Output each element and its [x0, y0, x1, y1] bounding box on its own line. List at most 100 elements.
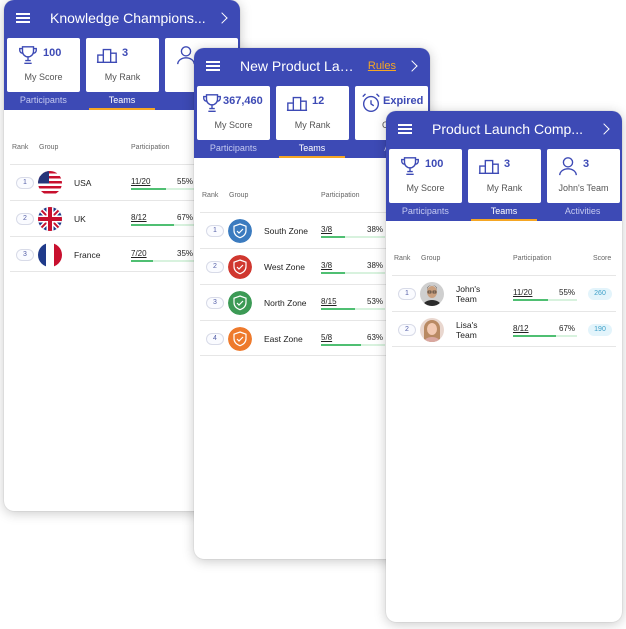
- my-score-value: 100: [43, 47, 62, 59]
- participation-bar-fill: [321, 344, 362, 346]
- participation-count[interactable]: 8/15: [321, 297, 337, 306]
- hamburger-menu-icon[interactable]: [206, 60, 220, 71]
- participation-bar: [131, 224, 195, 226]
- participation-bar: [513, 335, 577, 337]
- my-rank-label: My Rank: [294, 120, 331, 130]
- team-label: John's Team: [558, 183, 609, 193]
- chevron-right-icon[interactable]: [598, 122, 610, 135]
- chevron-right-icon[interactable]: [406, 59, 418, 72]
- participation-bar-fill: [321, 308, 355, 310]
- my-score-label: My Score: [214, 120, 253, 130]
- my-rank-card: 3 My Rank: [468, 149, 541, 203]
- alarm-clock-icon: [362, 93, 380, 112]
- hamburger-menu-icon[interactable]: [16, 12, 30, 23]
- shield-icon: [228, 291, 252, 315]
- leaderboard-card-product-launch: Product Launch Comp... 100 My Score 3 My…: [386, 111, 622, 622]
- participation-count[interactable]: 11/20: [513, 288, 532, 297]
- participation-percent: 35%: [177, 249, 194, 258]
- trophy-icon: [19, 46, 37, 64]
- participation-bar: [131, 188, 195, 190]
- rank-badge: 2: [206, 261, 224, 273]
- my-score-label: My Score: [24, 72, 63, 82]
- group-name: UK: [74, 214, 86, 224]
- uk-flag-icon: [38, 207, 62, 231]
- rank-badge: 1: [16, 177, 34, 189]
- my-rank-card: 12 My Rank: [276, 86, 349, 140]
- participation-count[interactable]: 8/12: [131, 213, 147, 222]
- rank-badge: 3: [206, 297, 224, 309]
- participation-count[interactable]: 8/12: [513, 324, 529, 333]
- my-score-card: 367,460 My Score: [197, 86, 270, 140]
- column-score: Score: [593, 255, 612, 262]
- participation-bar: [321, 272, 385, 274]
- table-row[interactable]: 2 Lisa's Team 8/12 67% 190: [392, 311, 616, 347]
- participation-percent: 55%: [559, 288, 576, 297]
- group-name: West Zone: [264, 262, 305, 272]
- shield-icon: [228, 327, 252, 351]
- my-score-value: 367,460: [223, 95, 263, 107]
- participation-bar-fill: [513, 299, 549, 301]
- page-title: Product Launch Comp...: [432, 120, 583, 137]
- rank-badge: 1: [206, 225, 224, 237]
- my-rank-label: My Rank: [486, 183, 523, 193]
- participation-count[interactable]: 3/8: [321, 261, 332, 270]
- participation-percent: 38%: [367, 261, 384, 270]
- group-name: Lisa's Team: [456, 320, 478, 340]
- column-participation: Participation: [131, 144, 170, 151]
- rules-link[interactable]: Rules: [368, 60, 396, 72]
- participation-count[interactable]: 5/8: [321, 333, 332, 342]
- column-group: Group: [421, 255, 441, 262]
- table-row[interactable]: 1 John's Team 11/20 55% 260: [392, 275, 616, 311]
- france-flag-icon: [38, 243, 62, 267]
- tab-participants[interactable]: Participants: [4, 92, 83, 110]
- my-score-label: My Score: [406, 183, 445, 193]
- tab-participants[interactable]: Participants: [194, 140, 273, 158]
- card-header: Product Launch Comp... 100 My Score 3 My…: [386, 111, 622, 221]
- participation-bar-fill: [131, 188, 167, 190]
- rank-badge: 2: [398, 324, 416, 336]
- tab-teams[interactable]: Teams: [465, 203, 544, 221]
- my-rank-card: 3 My Rank: [86, 38, 159, 92]
- page-title: New Product Laun...: [240, 57, 360, 74]
- rank-badge: 1: [398, 288, 416, 300]
- participation-bar: [321, 236, 385, 238]
- tab-activities[interactable]: Activities: [543, 203, 622, 221]
- participation-bar-fill: [321, 272, 346, 274]
- score-badge: 190: [588, 324, 612, 336]
- user-icon: [559, 157, 577, 176]
- participation-bar-fill: [131, 260, 154, 262]
- hamburger-menu-icon[interactable]: [398, 123, 412, 134]
- participation-count[interactable]: 11/20: [131, 177, 150, 186]
- participation-percent: 67%: [177, 213, 194, 222]
- participation-bar-fill: [513, 335, 556, 337]
- trophy-icon: [401, 157, 419, 175]
- team-card: 3 John's Team: [547, 149, 620, 203]
- participation-count[interactable]: 3/8: [321, 225, 332, 234]
- group-name: North Zone: [264, 298, 307, 308]
- podium-icon: [478, 159, 500, 175]
- column-rank: Rank: [202, 192, 219, 199]
- column-rank: Rank: [12, 144, 29, 151]
- my-rank-value: 12: [312, 95, 325, 107]
- column-participation: Participation: [321, 192, 360, 199]
- participation-count[interactable]: 7/20: [131, 249, 147, 258]
- tab-teams[interactable]: Teams: [83, 92, 162, 110]
- podium-icon: [96, 48, 118, 64]
- chevron-right-icon[interactable]: [216, 11, 228, 24]
- page-title: Knowledge Champions...: [50, 9, 206, 26]
- column-group: Group: [229, 192, 249, 199]
- participation-bar: [321, 308, 385, 310]
- group-name: East Zone: [264, 334, 303, 344]
- group-name: South Zone: [264, 226, 308, 236]
- participation-percent: 38%: [367, 225, 384, 234]
- column-group: Group: [39, 144, 59, 151]
- shield-icon: [228, 219, 252, 243]
- rank-badge: 4: [206, 333, 224, 345]
- column-participation: Participation: [513, 255, 552, 262]
- my-rank-value: 3: [504, 158, 511, 170]
- participation-bar-fill: [321, 236, 346, 238]
- my-score-card: 100 My Score: [7, 38, 80, 92]
- participation-percent: 55%: [177, 177, 194, 186]
- tab-participants[interactable]: Participants: [386, 203, 465, 221]
- tab-teams[interactable]: Teams: [273, 140, 352, 158]
